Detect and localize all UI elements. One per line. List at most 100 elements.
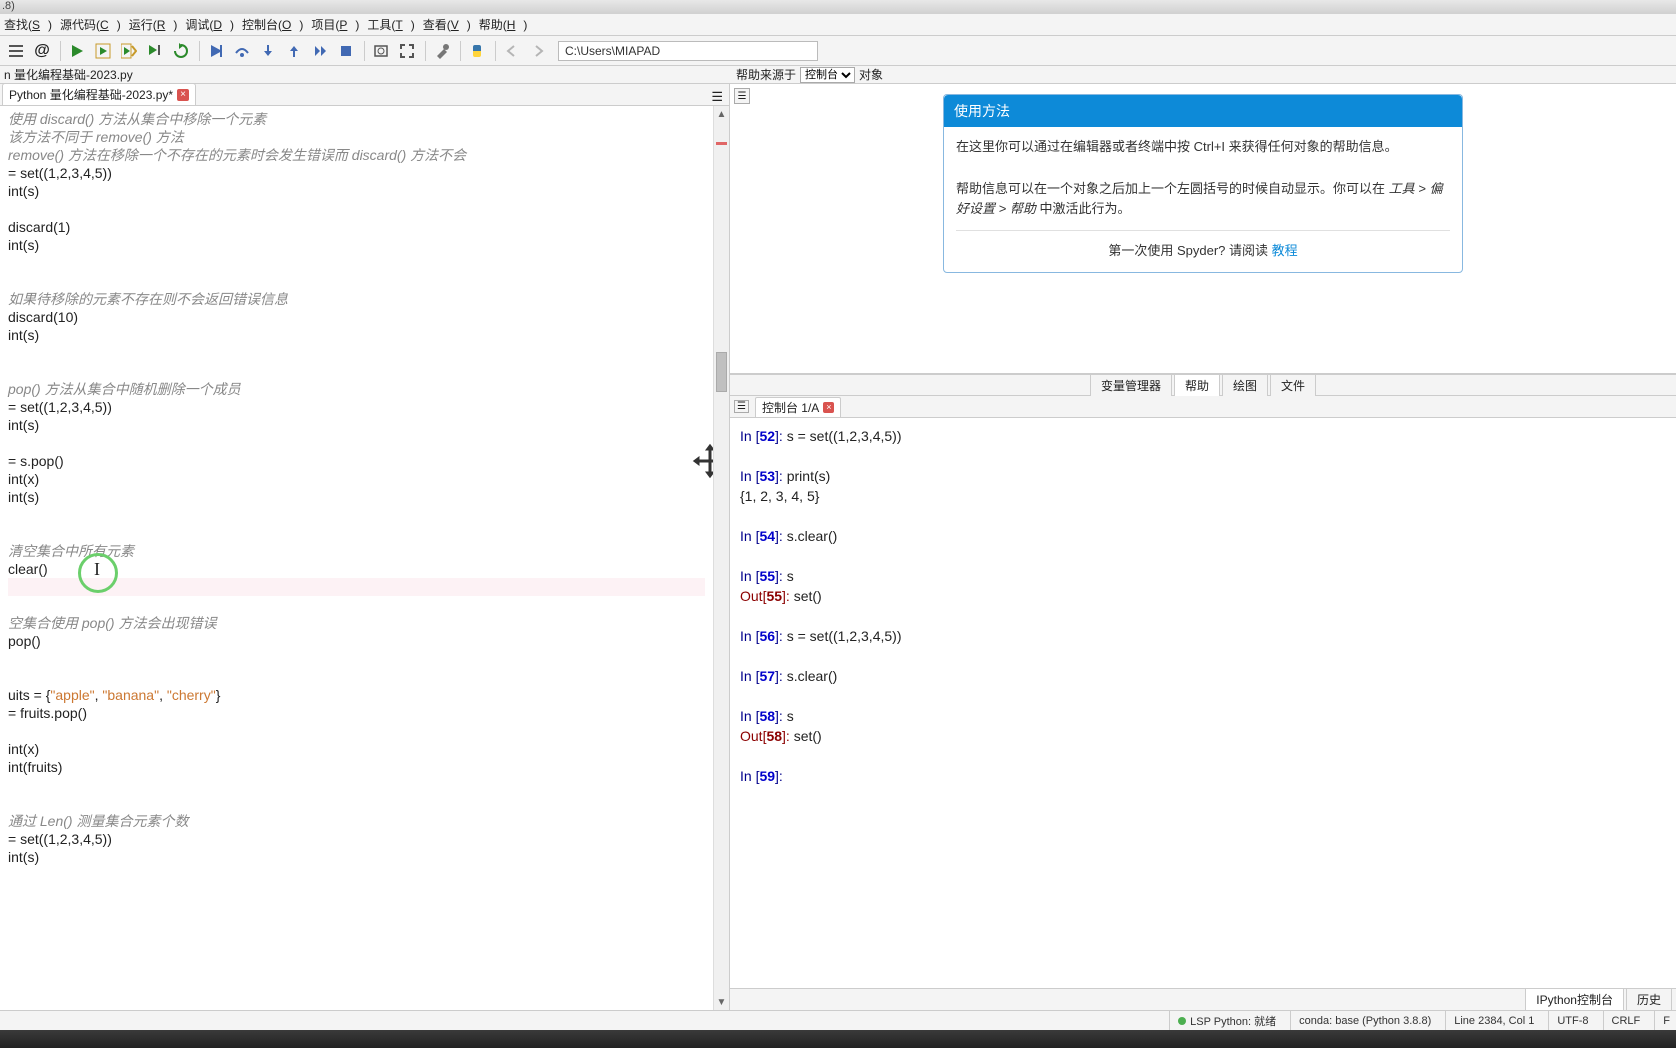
console-line <box>740 546 1666 566</box>
menu-item[interactable]: 调试(D) <box>185 16 234 33</box>
run-cell-icon[interactable] <box>91 39 115 63</box>
os-taskbar[interactable] <box>0 1030 1676 1048</box>
editor-tab-label: Python 量化编程基础-2023.py* <box>9 86 173 103</box>
code-line <box>8 596 705 614</box>
console-line: In [54]: s.clear() <box>740 526 1666 546</box>
step-into-icon[interactable] <box>256 39 280 63</box>
help-source-label: 帮助来源于 <box>736 66 796 83</box>
python-icon[interactable] <box>465 39 489 63</box>
menu-item[interactable]: 控制台(O) <box>242 16 303 33</box>
close-icon[interactable]: × <box>823 402 834 413</box>
debug-icon[interactable] <box>204 39 228 63</box>
help-title: 使用方法 <box>944 95 1462 127</box>
code-line: = fruits.pop() <box>8 704 705 722</box>
code-line <box>8 272 705 290</box>
menu-item[interactable]: 查看(V) <box>423 16 471 33</box>
help-box: 使用方法 在这里你可以通过在编辑器或者终端中按 Ctrl+I 来获得任何对象的帮… <box>943 94 1463 273</box>
console-line: In [58]: s <box>740 706 1666 726</box>
close-icon[interactable]: × <box>177 89 189 101</box>
code-line: discard(10) <box>8 308 705 326</box>
console-hamburger-icon[interactable]: ☰ <box>734 400 749 413</box>
at-icon[interactable]: @ <box>30 39 54 63</box>
console-line: In [53]: print(s) <box>740 466 1666 486</box>
code-line: remove() 方法在移除一个不存在的元素时会发生错误而 discard() … <box>8 146 705 164</box>
scroll-thumb[interactable] <box>716 352 727 392</box>
status-eol: CRLF <box>1603 1011 1641 1030</box>
status-conda[interactable]: conda: base (Python 3.8.8) <box>1290 1011 1431 1030</box>
working-dir-input[interactable] <box>558 41 818 61</box>
run-selection-icon[interactable] <box>143 39 167 63</box>
hamburger-icon[interactable]: ☰ <box>711 89 723 105</box>
fullscreen-icon[interactable] <box>395 39 419 63</box>
right-tab[interactable]: 绘图 <box>1222 374 1268 397</box>
run-cell-advance-icon[interactable] <box>117 39 141 63</box>
status-lsp: LSP Python: 就绪 <box>1169 1011 1276 1030</box>
code-line <box>8 794 705 812</box>
find-icon[interactable] <box>369 39 393 63</box>
code-line: 空集合使用 pop() 方法会出现错误 <box>8 614 705 632</box>
console-line: Out[58]: set() <box>740 726 1666 746</box>
code-line <box>8 254 705 272</box>
code-line: 该方法不同于 remove() 方法 <box>8 128 705 146</box>
back-icon[interactable] <box>500 39 524 63</box>
outline-icon[interactable] <box>4 39 28 63</box>
menu-item[interactable]: 项目(P) <box>311 16 359 33</box>
code-line: clear() <box>8 560 705 578</box>
tutorial-link[interactable]: 教程 <box>1272 243 1298 258</box>
right-tab[interactable]: 变量管理器 <box>1090 374 1172 397</box>
right-tab[interactable]: 帮助 <box>1174 374 1220 397</box>
help-text: 第一次使用 Spyder? 请阅读 <box>1108 243 1271 258</box>
help-text: 来获得任何对象的帮助信息。 <box>1225 139 1398 154</box>
code-line: pop() <box>8 632 705 650</box>
editor-tab[interactable]: Python 量化编程基础-2023.py* × <box>2 83 196 105</box>
code-line: pop() 方法从集合中随机删除一个成员 <box>8 380 705 398</box>
code-line: 清空集合中所有元素 <box>8 542 705 560</box>
code-line: = set((1,2,3,4,5)) <box>8 830 705 848</box>
console-tab[interactable]: 控制台 1/A × <box>755 397 841 417</box>
menu-item[interactable]: 运行(R) <box>129 16 178 33</box>
main-toolbar: @ <box>0 36 1676 66</box>
console-line <box>740 606 1666 626</box>
menu-item[interactable]: 源代码(C) <box>60 16 121 33</box>
console-line <box>740 506 1666 526</box>
scroll-up-icon[interactable]: ▲ <box>714 106 729 122</box>
continue-icon[interactable] <box>308 39 332 63</box>
forward-icon[interactable] <box>526 39 550 63</box>
code-line: int(s) <box>8 488 705 506</box>
code-editor[interactable]: 使用 discard() 方法从集合中移除一个元素该方法不同于 remove()… <box>0 106 729 1010</box>
help-source-select[interactable]: 控制台 <box>800 67 855 83</box>
right-tab[interactable]: 文件 <box>1270 374 1316 397</box>
help-hamburger-icon[interactable]: ☰ <box>734 88 750 104</box>
status-linecol: Line 2384, Col 1 <box>1445 1011 1534 1030</box>
console-foot-tab[interactable]: 历史 <box>1626 988 1672 1011</box>
console-foot-tabs: IPython控制台历史 <box>730 988 1676 1010</box>
run-icon[interactable] <box>65 39 89 63</box>
step-over-icon[interactable] <box>230 39 254 63</box>
status-dot-icon <box>1178 1017 1186 1025</box>
step-out-icon[interactable] <box>282 39 306 63</box>
console-line <box>740 746 1666 766</box>
code-line: discard(1) <box>8 218 705 236</box>
window-titlebar: .8) <box>0 0 1676 14</box>
console-line <box>740 646 1666 666</box>
code-line: uits = {"apple", "banana", "cherry"} <box>8 686 705 704</box>
code-line: 如果待移除的元素不存在则不会返回错误信息 <box>8 290 705 308</box>
menu-item[interactable]: 帮助(H) <box>479 16 528 33</box>
code-line <box>8 362 705 380</box>
editor-pane: Python 量化编程基础-2023.py* × ☰ 使用 discard() … <box>0 84 730 1010</box>
help-source-row: 帮助来源于 控制台 对象 <box>730 66 1676 83</box>
console-line <box>740 686 1666 706</box>
editor-scrollbar[interactable]: ▲ ▼ <box>713 106 729 1010</box>
code-line: int(s) <box>8 416 705 434</box>
rerun-icon[interactable] <box>169 39 193 63</box>
menu-item[interactable]: 工具(T) <box>367 16 414 33</box>
stop-debug-icon[interactable] <box>334 39 358 63</box>
ipython-console[interactable]: In [52]: s = set((1,2,3,4,5)) In [53]: p… <box>730 418 1676 988</box>
editor-tabbar: Python 量化编程基础-2023.py* × ☰ <box>0 84 729 106</box>
scroll-down-icon[interactable]: ▼ <box>714 994 729 1010</box>
menu-item[interactable]: 查找(S) <box>4 16 52 33</box>
code-line: = set((1,2,3,4,5)) <box>8 398 705 416</box>
status-bar: LSP Python: 就绪 conda: base (Python 3.8.8… <box>0 1010 1676 1030</box>
console-foot-tab[interactable]: IPython控制台 <box>1525 988 1624 1011</box>
preferences-icon[interactable] <box>430 39 454 63</box>
